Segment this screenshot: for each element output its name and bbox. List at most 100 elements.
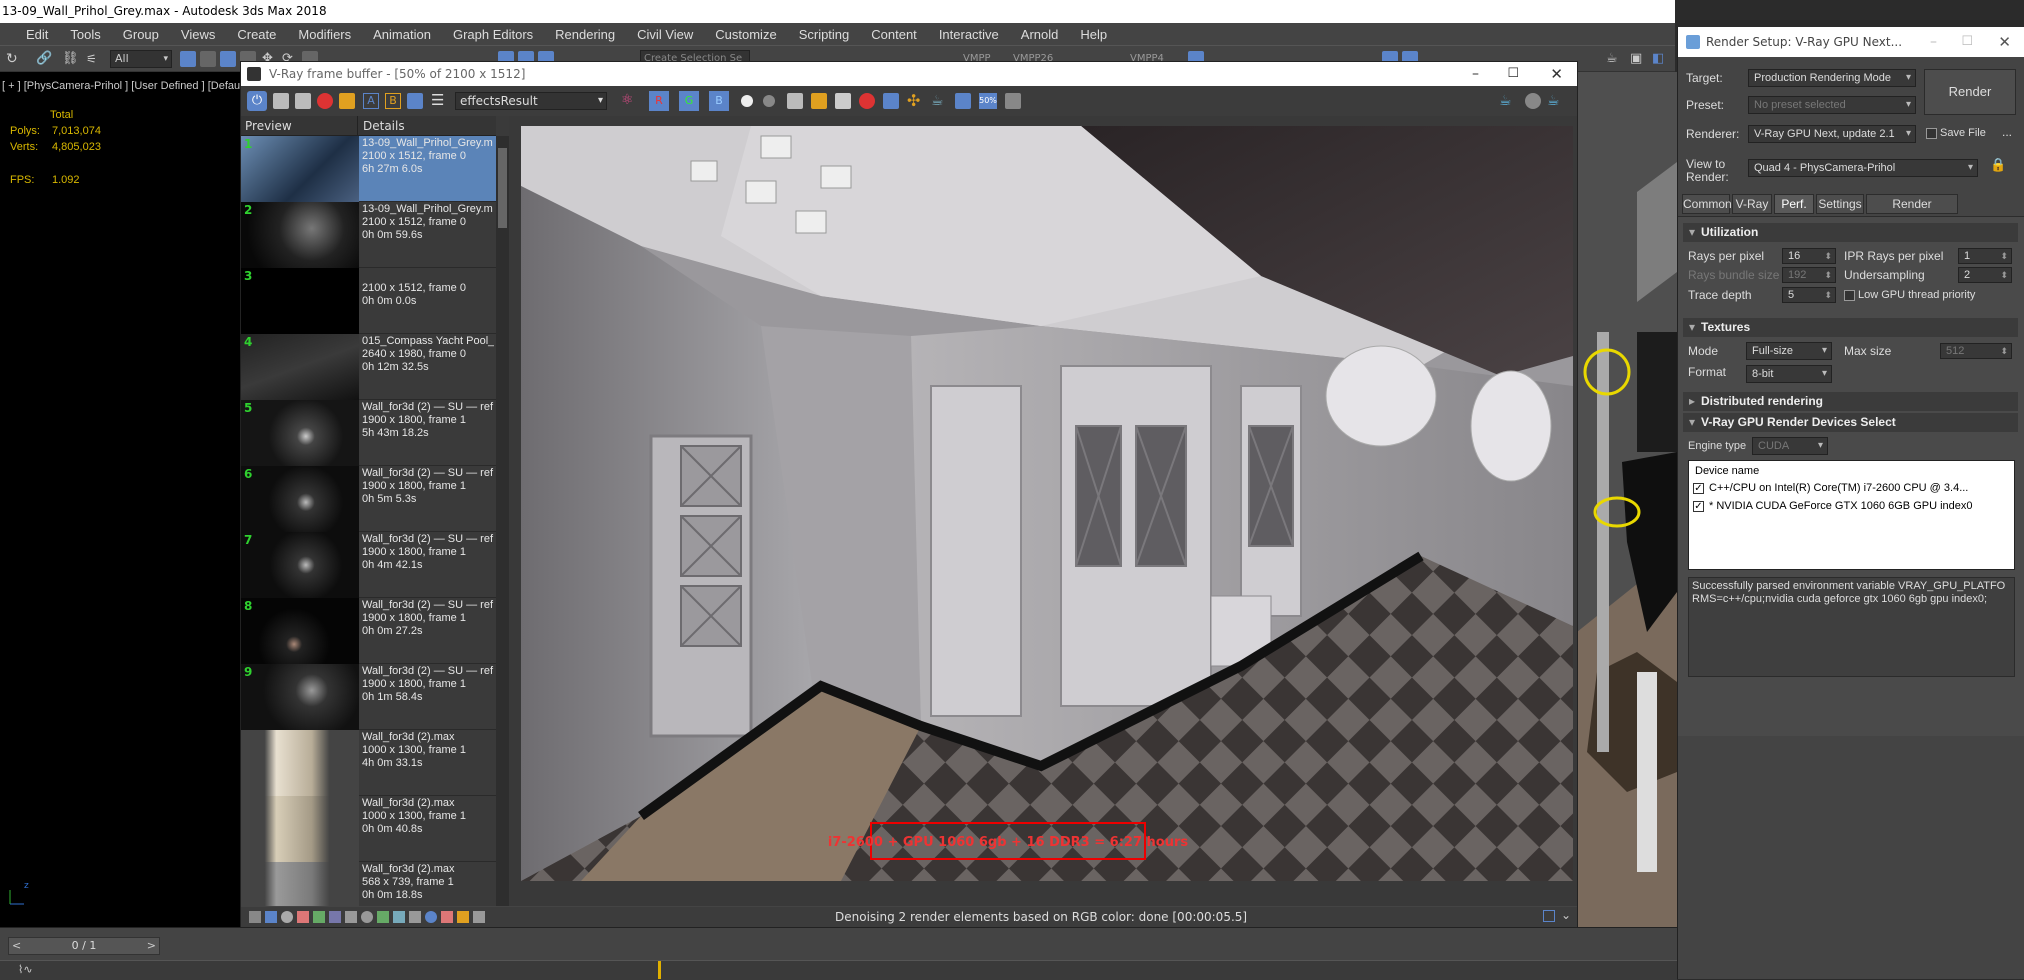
history-scroll-thumb[interactable] (498, 148, 507, 228)
status-icon-9[interactable] (377, 911, 389, 923)
remove-image-icon[interactable] (317, 93, 333, 109)
render-frame-icon[interactable]: ▣ (1630, 51, 1646, 67)
curve-editor-icon[interactable]: ⌇∿ (18, 963, 33, 976)
trace-depth-spinner[interactable]: 5 (1782, 287, 1836, 303)
preset-dropdown[interactable]: No preset selected (1748, 96, 1916, 114)
gpu-devices-rollout-header[interactable]: V-Ray GPU Render Devices Select (1683, 413, 2018, 432)
rendered-image[interactable]: i7-2600 + GPU 1060 6gb + 16 DDR3 = 6:27 … (521, 126, 1573, 881)
status-icon-5[interactable] (313, 911, 325, 923)
track-mouse-icon[interactable] (883, 93, 899, 109)
status-icon-12[interactable] (425, 911, 437, 923)
region-render-icon[interactable]: ✣ (907, 91, 920, 110)
select-object-icon[interactable] (180, 51, 196, 67)
history-item[interactable]: 5 Wall_for3d (2) — SU — ref 1900 x 1800, … (241, 400, 496, 466)
blue-channel-icon[interactable]: B (709, 91, 729, 111)
status-window-icon[interactable] (1543, 910, 1555, 922)
channel-dropdown[interactable]: effectsResult ▾ (455, 92, 607, 110)
target-dropdown[interactable]: Production Rendering Mode (1748, 69, 1916, 87)
history-item[interactable]: 8 Wall_for3d (2) — SU — ref 1900 x 1800, … (241, 598, 496, 664)
device-item-gpu[interactable]: ✓ * NVIDIA CUDA GeForce GTX 1060 6GB GPU… (1693, 499, 2011, 516)
tab-common[interactable]: Common (1682, 194, 1732, 214)
minimize-icon[interactable]: – (1472, 62, 1479, 86)
menu-lines-icon[interactable]: ☰ (431, 91, 444, 109)
history-item[interactable]: 1 13-09_Wall_Prihol_Grey.m 2100 x 1512, f… (241, 136, 496, 202)
rect-selection-icon[interactable] (220, 51, 236, 67)
compare-b-icon[interactable]: B (385, 93, 401, 109)
history-item[interactable]: 6 Wall_for3d (2) — SU — ref 1900 x 1800, … (241, 466, 496, 532)
time-next-icon[interactable]: > (147, 938, 156, 954)
menu-group[interactable]: Group (123, 27, 159, 42)
time-prev-icon[interactable]: < (12, 938, 21, 954)
status-icon-6[interactable] (329, 911, 341, 923)
low-gpu-priority-checkbox[interactable] (1844, 290, 1855, 301)
clear-image-icon[interactable] (859, 93, 875, 109)
vfb-settings-icon[interactable] (1005, 93, 1021, 109)
clipboard-icon[interactable] (835, 93, 851, 109)
history-settings-icon[interactable] (407, 93, 423, 109)
bind-space-warp-icon[interactable]: ⚟ (86, 51, 102, 67)
save-file-checkbox[interactable] (1926, 128, 1937, 139)
menu-scripting[interactable]: Scripting (799, 27, 850, 42)
status-icon-10[interactable] (393, 911, 405, 923)
unlink-icon[interactable]: ⛓ (62, 51, 79, 67)
time-slider[interactable]: < 0 / 1 > (8, 937, 160, 955)
tab-render-elements[interactable]: Render Elements (1866, 194, 1958, 229)
menu-graph-editors[interactable]: Graph Editors (453, 27, 533, 42)
teapot-icon[interactable]: ☕ (1606, 51, 1622, 67)
more-options-icon[interactable]: ... (2002, 125, 2012, 139)
render-icon[interactable]: ◧ (1652, 51, 1668, 67)
history-scrollbar[interactable] (496, 136, 509, 906)
stop-render-icon[interactable] (1525, 93, 1541, 109)
menu-views[interactable]: Views (181, 27, 215, 42)
selection-filter-dropdown[interactable]: All ▾ (110, 50, 172, 68)
status-icon-3[interactable] (281, 911, 293, 923)
ipr-rays-spinner[interactable]: 1 (1958, 248, 2012, 264)
teapot-icon-2[interactable]: ☕ (1499, 93, 1512, 109)
menu-tools[interactable]: Tools (70, 27, 100, 42)
viewport-perspective-right[interactable] (1577, 72, 1677, 927)
menu-animation[interactable]: Animation (373, 27, 431, 42)
status-icon-11[interactable] (409, 911, 421, 923)
device-cpu-checkbox[interactable]: ✓ (1693, 483, 1704, 494)
mono-icon[interactable] (763, 95, 775, 107)
utilization-rollout-header[interactable]: Utilization (1683, 223, 2018, 242)
device-item-cpu[interactable]: ✓ C++/CPU on Intel(R) Core(TM) i7-2600 C… (1693, 481, 2011, 498)
track-bar[interactable]: ⌇∿ (0, 960, 1677, 980)
rs-maximize-icon[interactable]: ☐ (1961, 27, 1973, 57)
zoom-50-icon[interactable]: 50% (979, 93, 997, 109)
compare-icon[interactable] (339, 93, 355, 109)
texture-mode-dropdown[interactable]: Full-size (1746, 342, 1832, 360)
redo-icon[interactable]: ↻ (6, 51, 22, 67)
history-item[interactable]: Wall_for3d (2).max 568 x 739, frame 1 0h 0… (241, 862, 496, 906)
device-log-textbox[interactable]: Successfully parsed environment variable… (1688, 577, 2015, 677)
menu-rendering[interactable]: Rendering (555, 27, 615, 42)
menu-content[interactable]: Content (871, 27, 917, 42)
status-icon-7[interactable] (345, 911, 357, 923)
save-current-icon[interactable] (787, 93, 803, 109)
menu-interactive[interactable]: Interactive (939, 27, 999, 42)
status-icon-4[interactable] (297, 911, 309, 923)
close-icon[interactable]: ✕ (1550, 62, 1563, 86)
alpha-channel-icon[interactable] (741, 95, 753, 107)
view-to-render-dropdown[interactable]: Quad 4 - PhysCamera-Prihol (1748, 159, 1978, 177)
lock-icon[interactable]: 🔒 (1990, 158, 2006, 173)
green-channel-icon[interactable]: G (679, 91, 699, 111)
viewport-camera[interactable] (0, 72, 240, 937)
textures-rollout-header[interactable]: Textures (1683, 318, 2018, 337)
history-item[interactable]: 9 Wall_for3d (2) — SU — ref 1900 x 1800, … (241, 664, 496, 730)
rs-close-icon[interactable]: ✕ (1998, 27, 2011, 57)
status-chevron-down-icon[interactable]: ⌄ (1561, 908, 1571, 922)
status-icon-2[interactable] (265, 911, 277, 923)
history-item[interactable]: 4 015_Compass Yacht Pool_' 2640 x 1980, f… (241, 334, 496, 400)
render-button[interactable]: Render (1924, 69, 2016, 115)
menu-customize[interactable]: Customize (715, 27, 776, 42)
menu-edit[interactable]: Edit (26, 27, 48, 42)
status-icon-13[interactable] (441, 911, 453, 923)
compare-a-icon[interactable]: A (363, 93, 379, 109)
status-icon-8[interactable] (361, 911, 373, 923)
lens-effects-icon[interactable] (955, 93, 971, 109)
status-icon-15[interactable] (473, 911, 485, 923)
render-last-icon[interactable]: ☕ (1547, 93, 1560, 109)
select-by-name-icon[interactable] (200, 51, 216, 67)
menu-help[interactable]: Help (1080, 27, 1107, 42)
